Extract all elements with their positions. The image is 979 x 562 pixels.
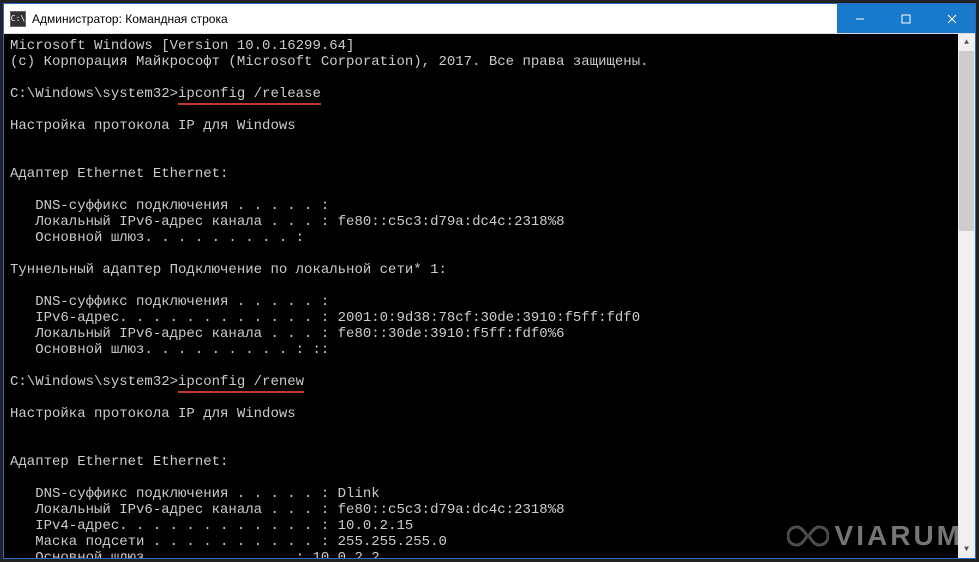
terminal-output[interactable]: Microsoft Windows [Version 10.0.16299.64… — [4, 34, 975, 558]
terminal-line: Настройка протокола IP для Windows — [10, 406, 969, 422]
terminal-line: Локальный IPv6-адрес канала . . . : fe80… — [10, 214, 969, 230]
terminal-line: IPv6-адрес. . . . . . . . . . . . : 2001… — [10, 310, 969, 326]
terminal-line — [10, 134, 969, 150]
terminal-line: C:\Windows\system32>ipconfig /release — [10, 86, 969, 102]
terminal-line — [10, 422, 969, 438]
terminal-line: Локальный IPv6-адрес канала . . . : fe80… — [10, 502, 969, 518]
terminal-line: Основной шлюз. . . . . . . . . : :: — [10, 342, 969, 358]
terminal-line — [10, 182, 969, 198]
command: ipconfig /release — [178, 86, 321, 105]
terminal-line — [10, 150, 969, 166]
window-title: Администратор: Командная строка — [32, 12, 837, 26]
terminal-line — [10, 470, 969, 486]
close-button[interactable] — [929, 4, 975, 33]
command-prompt-window: C:\ Администратор: Командная строка Micr… — [3, 3, 976, 559]
terminal-line — [10, 438, 969, 454]
terminal-line: Маска подсети . . . . . . . . . . : 255.… — [10, 534, 969, 550]
maximize-button[interactable] — [883, 4, 929, 33]
titlebar[interactable]: C:\ Администратор: Командная строка — [4, 4, 975, 34]
terminal-line: DNS-суффикс подключения . . . . . : Dlin… — [10, 486, 969, 502]
terminal-line: Локальный IPv6-адрес канала . . . : fe80… — [10, 326, 969, 342]
terminal-line: C:\Windows\system32>ipconfig /renew — [10, 374, 969, 390]
scroll-down-arrow[interactable]: ▼ — [958, 541, 975, 558]
terminal-line: DNS-суффикс подключения . . . . . : — [10, 198, 969, 214]
terminal-line — [10, 102, 969, 118]
terminal-line: Адаптер Ethernet Ethernet: — [10, 454, 969, 470]
terminal-line — [10, 358, 969, 374]
vertical-scrollbar[interactable]: ▲ ▼ — [958, 34, 975, 558]
terminal-line: Настройка протокола IP для Windows — [10, 118, 969, 134]
terminal-line — [10, 70, 969, 86]
terminal-line: Основной шлюз. . . . . . . . . : 10.0.2.… — [10, 550, 969, 558]
terminal-line — [10, 278, 969, 294]
window-controls — [837, 4, 975, 33]
terminal-line — [10, 390, 969, 406]
terminal-line — [10, 246, 969, 262]
command: ipconfig /renew — [178, 374, 304, 393]
terminal-line: Основной шлюз. . . . . . . . . : — [10, 230, 969, 246]
minimize-button[interactable] — [837, 4, 883, 33]
scroll-up-arrow[interactable]: ▲ — [958, 34, 975, 51]
terminal-line: IPv4-адрес. . . . . . . . . . . . : 10.0… — [10, 518, 969, 534]
terminal-line: Адаптер Ethernet Ethernet: — [10, 166, 969, 182]
terminal-line: DNS-суффикс подключения . . . . . : — [10, 294, 969, 310]
prompt: C:\Windows\system32> — [10, 374, 178, 390]
prompt: C:\Windows\system32> — [10, 86, 178, 102]
terminal-line: Туннельный адаптер Подключение по локаль… — [10, 262, 969, 278]
scrollbar-thumb[interactable] — [959, 51, 974, 231]
terminal-line: (c) Корпорация Майкрософт (Microsoft Cor… — [10, 54, 969, 70]
app-icon: C:\ — [10, 11, 26, 27]
terminal-line: Microsoft Windows [Version 10.0.16299.64… — [10, 38, 969, 54]
